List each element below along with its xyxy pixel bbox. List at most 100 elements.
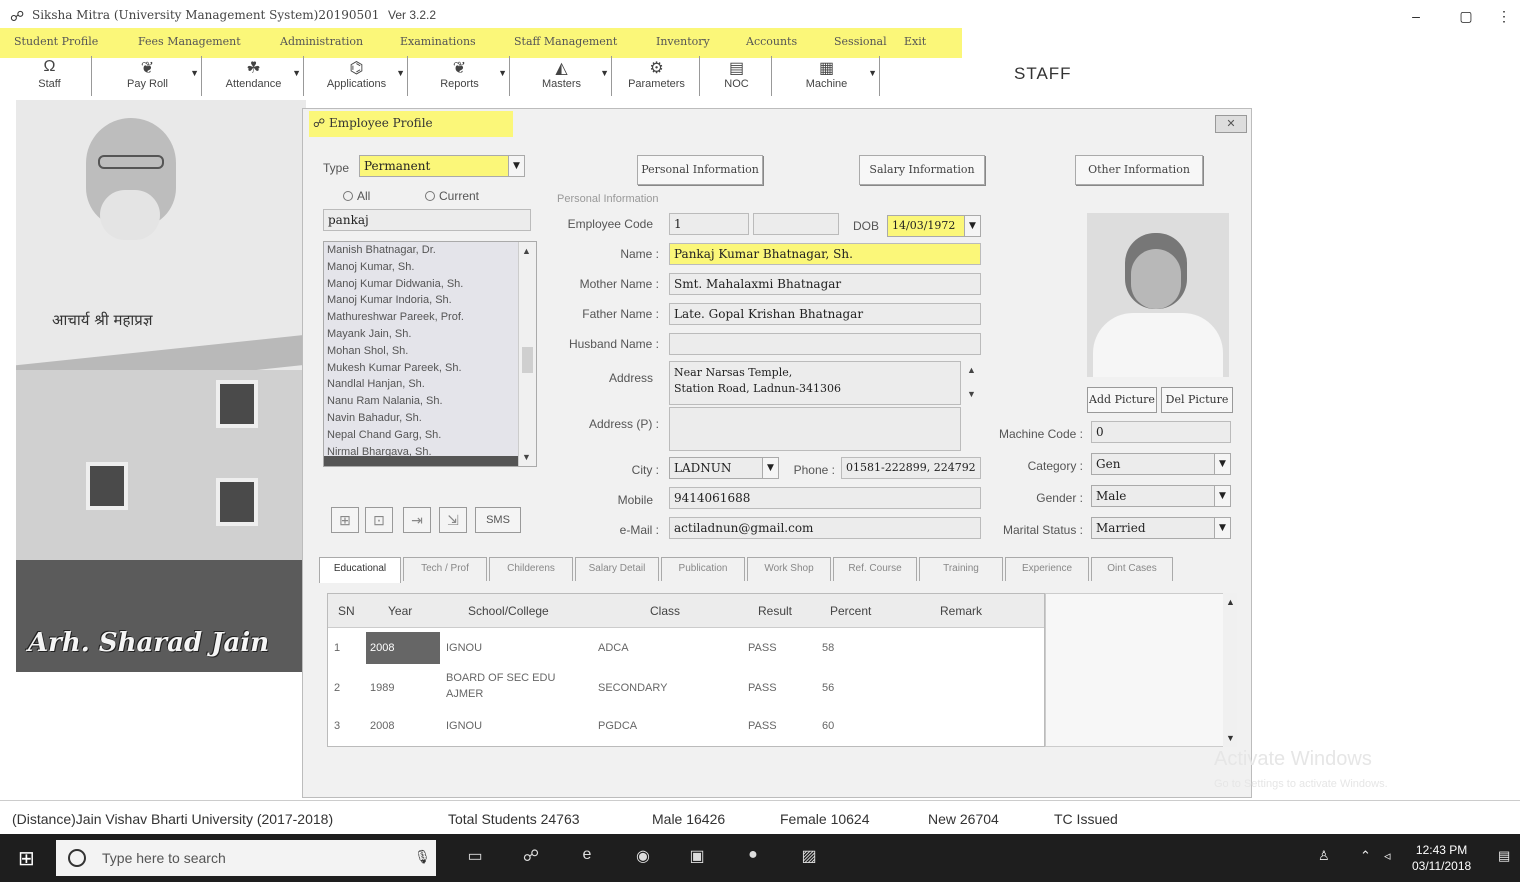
menu-sessional[interactable]: Sessional [834,35,887,48]
grid-scrollbar[interactable]: ▲ ▼ [1223,593,1237,747]
toolbar-staff-button[interactable]: Ω Staff [8,56,92,96]
gender-select[interactable]: Male ▼ [1091,485,1231,507]
employee-list[interactable]: Manish Bhatnagar, Dr. Manoj Kumar, Sh. M… [323,241,537,467]
chevron-down-icon[interactable]: ▼ [1226,733,1235,743]
toolbar-reports-button[interactable]: ❦ Reports ▼ [410,56,510,96]
list-item[interactable]: Mohan Shol, Sh. [324,343,536,360]
chevron-down-icon[interactable]: ▼ [396,68,405,78]
list-scrollbar[interactable]: ▲ ▼ [518,242,536,466]
address-input[interactable]: Near Narsas Temple, Station Road, Ladnun… [669,361,961,405]
chevron-down-icon[interactable]: ▼ [1214,518,1230,538]
next-record-button[interactable]: ⇥ [403,507,431,533]
minimize-button[interactable]: – [1396,4,1436,28]
notifications-icon[interactable]: ▤ [1498,848,1510,864]
windows-start-icon[interactable]: ⊞ [18,846,35,871]
paint-icon[interactable]: ▨ [796,846,822,870]
chevron-up-icon[interactable]: ⌃ [1360,848,1371,864]
radio-all[interactable]: All [343,189,370,203]
menu-student-profile[interactable]: Student Profile [14,35,98,48]
list-item[interactable]: Manoj Kumar, Sh. [324,259,536,276]
tab-publication[interactable]: Publication [661,557,745,581]
tab-oint-cases[interactable]: Oint Cases [1091,557,1173,581]
category-select[interactable]: Gen ▼ [1091,453,1231,475]
mobile-input[interactable]: 9414061688 [669,487,981,509]
clock[interactable]: 12:43 PM 03/11/2018 [1412,842,1471,874]
toolbar-machine-button[interactable]: ▦ Machine ▼ [774,56,880,96]
tab-educational[interactable]: Educational [319,557,401,583]
chevron-down-icon[interactable]: ▼ [1214,454,1230,474]
chevron-down-icon[interactable]: ▼ [522,452,531,462]
education-grid[interactable]: SN Year School/College Class Result Perc… [327,593,1045,747]
last-record-button[interactable]: ⇲ [439,507,467,533]
scroll-thumb[interactable] [522,347,533,373]
list-item[interactable]: Mukesh Kumar Pareek, Sh. [324,360,536,377]
salary-information-button[interactable]: Salary Information [859,155,985,185]
list-item[interactable]: Manish Bhatnagar, Dr. [324,242,536,259]
table-row[interactable]: 1 2008 IGNOU ADCA PASS 58 [328,630,1044,666]
add-picture-button[interactable]: Add Picture [1087,387,1157,413]
toolbar-payroll-button[interactable]: ❦ Pay Roll ▼ [94,56,202,96]
dob-picker[interactable]: 14/03/1972 ▼ [887,215,981,237]
menu-fees-management[interactable]: Fees Management [138,35,241,48]
toolbar-masters-button[interactable]: ◭ Masters ▼ [512,56,612,96]
edge-icon[interactable]: e [574,846,600,870]
microphone-icon[interactable]: 🎙 [414,849,431,865]
more-icon[interactable]: ⋮ [1490,4,1518,28]
list-item[interactable]: Nandlal Hanjan, Sh. [324,376,536,393]
restore-button[interactable]: ▢ [1446,4,1486,28]
taskbar-search[interactable]: Type here to search 🎙 [56,840,436,876]
volume-icon[interactable]: ◃ [1384,848,1391,864]
toolbar-applications-button[interactable]: ⌬ Applications ▼ [306,56,408,96]
tab-training[interactable]: Training [919,557,1003,581]
tab-ref-course[interactable]: Ref. Course [833,557,917,581]
other-information-button[interactable]: Other Information [1075,155,1203,185]
chevron-down-icon[interactable]: ▼ [498,68,507,78]
browser-icon[interactable]: ● [740,846,766,870]
app-icon[interactable]: ☍ [518,846,544,870]
chevron-down-icon[interactable]: ▼ [964,216,980,236]
list-item[interactable]: Nepal Chand Garg, Sh. [324,427,536,444]
menu-accounts[interactable]: Accounts [746,35,797,48]
del-picture-button[interactable]: Del Picture [1161,387,1233,413]
chevron-down-icon[interactable]: ▼ [292,68,301,78]
chrome-icon[interactable]: ◉ [630,846,656,870]
chevron-up-icon[interactable]: ▲ [967,365,976,375]
menu-examinations[interactable]: Examinations [400,35,476,48]
toolbar-attendance-button[interactable]: ☘ Attendance ▼ [204,56,304,96]
chevron-down-icon[interactable]: ▼ [190,68,199,78]
tab-childerens[interactable]: Childerens [489,557,573,581]
employee-code-input[interactable]: 1 [669,213,749,235]
chevron-down-icon[interactable]: ▼ [868,68,877,78]
list-item[interactable]: Mayank Jain, Sh. [324,326,536,343]
chevron-up-icon[interactable]: ▲ [1226,597,1235,607]
email-input[interactable]: actiladnun@gmail.com [669,517,981,539]
phone-input[interactable]: 01581-222899, 224792 [841,457,981,479]
list-item[interactable]: Manoj Kumar Indoria, Sh. [324,292,536,309]
list-item[interactable]: Nanu Ram Nalania, Sh. [324,393,536,410]
chevron-up-icon[interactable]: ▲ [522,246,531,256]
tab-tech-prof[interactable]: Tech / Prof [403,557,487,581]
menu-staff-management[interactable]: Staff Management [514,35,617,48]
list-item[interactable]: Mathureshwar Pareek, Prof. [324,309,536,326]
chevron-down-icon[interactable]: ▼ [1214,486,1230,506]
husband-name-input[interactable] [669,333,981,355]
chevron-down-icon[interactable]: ▼ [600,68,609,78]
menu-administration[interactable]: Administration [280,35,363,48]
list-item[interactable]: Navin Bahadur, Sh. [324,410,536,427]
close-icon[interactable]: ✕ [1215,115,1247,133]
tab-experience[interactable]: Experience [1005,557,1089,581]
selected-row[interactable] [324,456,520,466]
people-icon[interactable]: ♙ [1318,848,1330,864]
address-p-input[interactable] [669,407,961,451]
chevron-down-icon[interactable]: ▼ [508,156,524,176]
father-name-input[interactable]: Late. Gopal Krishan Bhatnagar [669,303,981,325]
menu-inventory[interactable]: Inventory [656,35,710,48]
mother-name-input[interactable]: Smt. Mahalaxmi Bhatnagar [669,273,981,295]
table-row[interactable]: 3 2008 IGNOU PGDCA PASS 60 [328,708,1044,744]
radio-current[interactable]: Current [425,189,479,203]
previous-record-button[interactable]: ⊡ [365,507,393,533]
type-select[interactable]: Permanent ▼ [359,155,525,177]
menu-exit[interactable]: Exit [904,35,926,48]
tab-salary-detail[interactable]: Salary Detail [575,557,659,581]
personal-information-button[interactable]: Personal Information [637,155,763,185]
